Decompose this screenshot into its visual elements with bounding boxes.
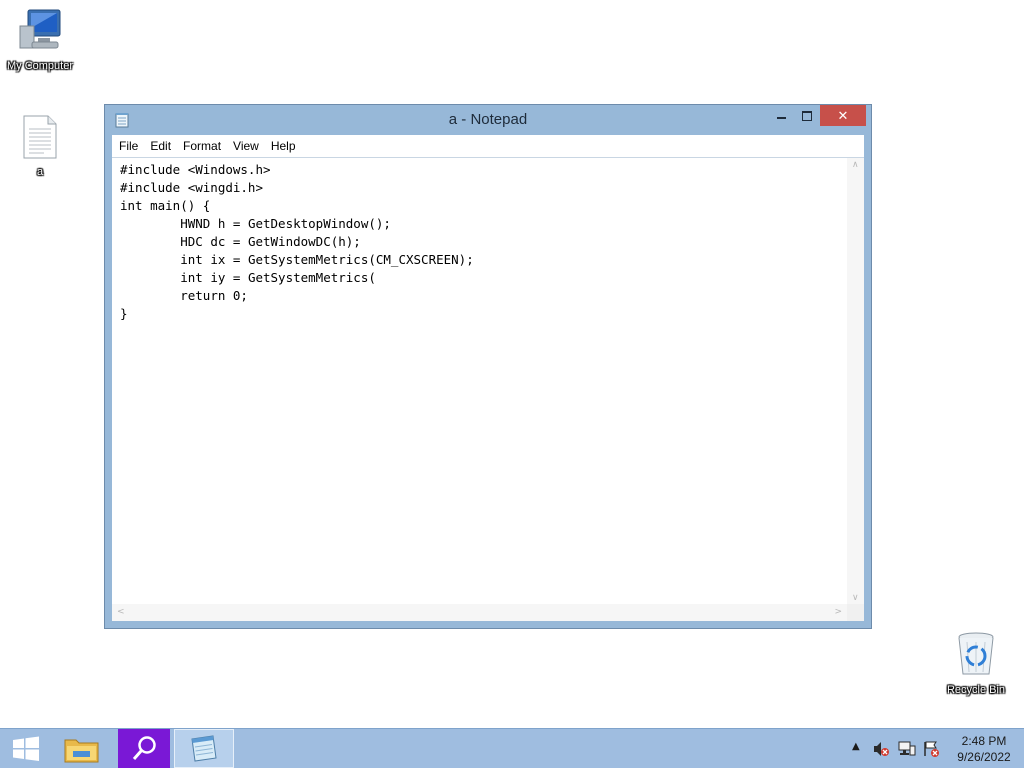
start-button[interactable]: [0, 729, 52, 768]
file-explorer-button[interactable]: [56, 729, 108, 768]
menu-format[interactable]: Format: [176, 135, 226, 157]
close-icon: ✕: [837, 109, 849, 124]
menu-edit[interactable]: Edit: [143, 135, 176, 157]
menu-view[interactable]: View: [226, 135, 264, 157]
menu-bar: File Edit Format View Help: [112, 135, 864, 157]
desktop-icon-a[interactable]: a: [0, 114, 80, 178]
taskbar: ▲ 2:48 PM 9/26/2022: [0, 728, 1024, 768]
show-hidden-icons-arrow[interactable]: ▲: [852, 741, 860, 752]
my-computer-label: My Computer: [6, 60, 74, 72]
notepad-taskbar-button[interactable]: [174, 729, 234, 768]
window-title: a - Notepad: [448, 111, 528, 128]
close-button[interactable]: ✕: [820, 105, 866, 126]
size-grip[interactable]: [847, 604, 864, 621]
network-icon[interactable]: [898, 740, 916, 758]
scroll-right-arrow-icon[interactable]: >: [834, 607, 842, 617]
minimize-icon: [777, 117, 786, 119]
menu-help[interactable]: Help: [264, 135, 301, 157]
minimize-button[interactable]: [768, 105, 794, 126]
scroll-up-arrow-icon[interactable]: ∧: [852, 160, 859, 170]
windows-start-icon: [13, 736, 39, 761]
horizontal-scrollbar[interactable]: < >: [112, 604, 847, 621]
scroll-down-arrow-icon[interactable]: ∨: [852, 593, 859, 603]
volume-muted-icon[interactable]: [872, 740, 890, 758]
notepad-window[interactable]: a - Notepad ✕ File Edit Format View Help #in…: [104, 104, 872, 629]
action-center-icon[interactable]: [922, 740, 940, 758]
maximize-button[interactable]: [794, 105, 820, 126]
desktop-icon-my-computer[interactable]: My Computer: [0, 8, 80, 72]
desktop-icon-recycle-bin[interactable]: Recycle Bin: [936, 630, 1016, 696]
editor-content[interactable]: #include <Windows.h> #include <wingdi.h>…: [120, 161, 474, 323]
search-button[interactable]: [118, 729, 170, 768]
clock-date: 9/26/2022: [957, 750, 1011, 764]
computer-icon: [19, 9, 61, 49]
recycle-bin-label: Recycle Bin: [946, 684, 1006, 696]
text-editor-area[interactable]: #include <Windows.h> #include <wingdi.h>…: [112, 157, 864, 621]
notepad-icon: [191, 735, 217, 762]
maximize-icon: [802, 111, 812, 121]
scroll-left-arrow-icon[interactable]: <: [117, 607, 125, 617]
menu-file[interactable]: File: [112, 135, 143, 157]
recycle-bin-icon: [958, 632, 994, 675]
text-file-icon: [23, 115, 57, 159]
desktop: My Computer a Recycle Bin a - Notepad ✕ …: [0, 0, 1024, 728]
system-tray: ▲ 2:48 PM 9/26/2022: [848, 729, 1024, 768]
file-explorer-icon: [64, 739, 99, 763]
search-icon: [132, 736, 156, 760]
vertical-scrollbar[interactable]: ∧ ∨: [847, 158, 864, 605]
file-a-label: a: [36, 166, 44, 178]
clock[interactable]: 2:48 PM 9/26/2022: [948, 733, 1020, 765]
title-bar[interactable]: a - Notepad ✕: [105, 105, 871, 135]
clock-time: 2:48 PM: [961, 734, 1007, 748]
